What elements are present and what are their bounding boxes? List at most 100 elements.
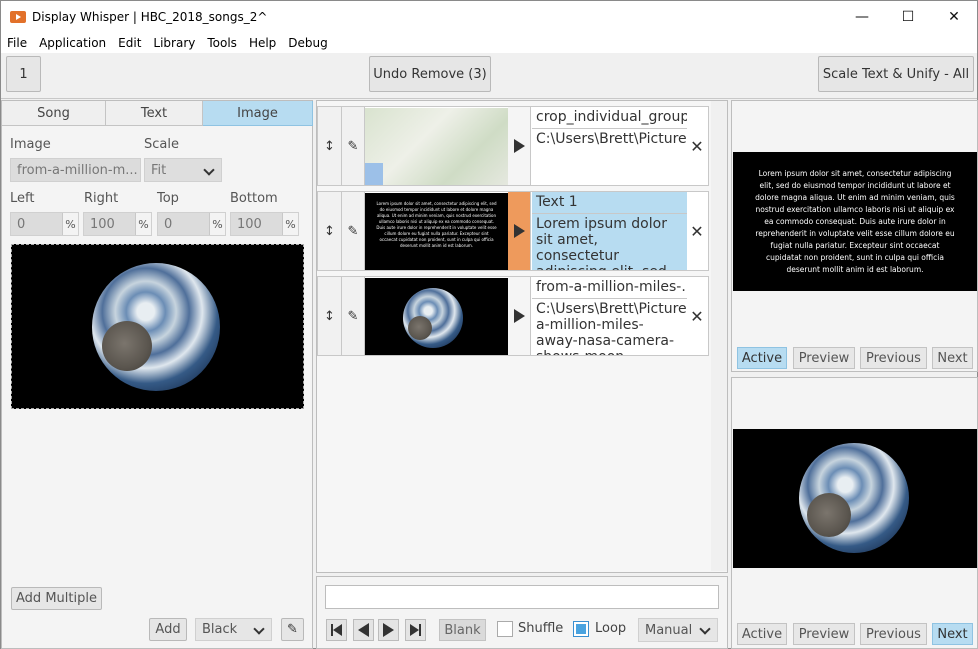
previous-icon [358,623,369,637]
pencil-icon[interactable]: ✎ [342,192,365,270]
slide-item[interactable]: ↕ ✎ crop_individual_group... C:\Users\Br… [317,106,709,186]
toolbar: 1 Undo Remove (3) Scale Text & Unify - A… [1,53,977,99]
previous-button[interactable]: Previous [860,347,927,369]
app-window: Display Whisper | HBC_2018_songs_2^ — ☐ … [0,0,978,649]
next-button[interactable]: Next [932,623,973,645]
next-slide-button[interactable] [378,619,399,641]
add-button[interactable]: Add [149,618,187,641]
pencil-icon[interactable]: ✎ [342,277,365,355]
last-slide-button[interactable] [405,619,426,641]
slide-body: C:\Users\Brett\Pictures\crop_individual_… [536,131,687,147]
remove-slide-icon[interactable]: ✕ [686,192,708,270]
pencil-icon: ✎ [287,622,298,637]
color-select[interactable]: Black [195,618,272,641]
menu-debug[interactable]: Debug [288,36,327,50]
play-slide-button[interactable] [508,107,531,185]
blank-button[interactable]: Blank [439,619,486,641]
scale-label: Scale [144,137,179,152]
menu-file[interactable]: File [7,36,27,50]
percent-label: % [135,213,151,235]
maximize-button[interactable]: ☐ [885,1,931,32]
play-slide-button[interactable] [508,192,531,270]
mode-select[interactable]: Manual [638,618,718,642]
menu-tools[interactable]: Tools [207,36,237,50]
edit-color-button[interactable]: ✎ [281,618,304,641]
earth-thumbnail [365,278,508,355]
next-button[interactable]: Next [932,347,973,369]
left-input[interactable]: 0 % [10,212,79,236]
previous-slide-button[interactable] [353,619,374,641]
chevron-down-icon [203,164,215,176]
left-label: Left [10,191,35,206]
skip-first-icon [331,624,342,636]
checkbox-checked-icon [576,624,586,634]
play-icon [513,139,525,153]
loop-checkbox[interactable] [573,621,589,637]
minimize-button[interactable]: — [839,1,885,32]
menu-library[interactable]: Library [153,36,195,50]
map-thumbnail [365,108,508,185]
app-icon [10,10,26,23]
left-input-value: 0 [17,216,26,232]
drag-handle-icon[interactable]: ↕ [318,277,342,355]
undo-remove-button[interactable]: Undo Remove (3) [369,56,491,92]
remove-slide-icon[interactable]: ✕ [686,277,708,355]
image-preview [11,244,304,409]
right-input[interactable]: 100 % [83,212,152,236]
scale-text-unify-button[interactable]: Scale Text & Unify - All [818,56,974,92]
remove-slide-icon[interactable]: ✕ [686,107,708,185]
drag-handle-icon[interactable]: ↕ [318,107,342,185]
menu-help[interactable]: Help [249,36,276,50]
bottom-input[interactable]: 100 % [230,212,299,236]
tab-song[interactable]: Song [2,101,106,126]
active-display-panel: Lorem ipsum dolor sit amet, consectetur … [731,100,978,372]
next-display-panel: Active Preview Previous Next [731,377,978,649]
slide-item[interactable]: ↕ ✎ Lorem ipsum dolor sit amet, consecte… [317,191,709,271]
shuffle-checkbox[interactable] [497,621,513,637]
mode-select-value: Manual [645,622,693,638]
menu-application[interactable]: Application [39,36,106,50]
slide-item[interactable]: ↕ ✎ from-a-million-miles-... C:\Users\Br… [317,276,709,356]
scale-select-value: Fit [151,162,167,178]
close-button[interactable]: ✕ [931,1,977,32]
bottom-label: Bottom [230,191,278,206]
preview-button[interactable]: Preview [793,347,855,369]
scale-select[interactable]: Fit [144,158,222,182]
bottom-input-value: 100 [237,216,262,232]
active-display-screen: Lorem ipsum dolor sit amet, consectetur … [733,152,977,291]
slide-search-input[interactable] [325,585,719,609]
active-button[interactable]: Active [737,347,787,369]
add-multiple-button[interactable]: Add Multiple [11,587,102,610]
tab-text[interactable]: Text [106,101,203,126]
drag-handle-icon[interactable]: ↕ [318,192,342,270]
top-input[interactable]: 0 % [157,212,226,236]
shuffle-label: Shuffle [518,621,564,636]
chevron-down-icon [253,623,265,635]
percent-label: % [282,213,298,235]
title-bar: Display Whisper | HBC_2018_songs_2^ — ☐ … [1,1,977,32]
slide-title: from-a-million-miles-... [532,277,687,299]
preview-button[interactable]: Preview [793,623,855,645]
right-label: Right [84,191,119,206]
image-label: Image [10,137,51,152]
scrollbar[interactable] [711,101,727,571]
slide-title: crop_individual_group... [532,107,687,129]
percent-label: % [62,213,78,235]
tab-image[interactable]: Image [203,101,313,126]
percent-label: % [209,213,225,235]
play-slide-button[interactable] [508,277,531,355]
menu-edit[interactable]: Edit [118,36,141,50]
page-number-button[interactable]: 1 [6,56,41,92]
moon-image [807,493,851,537]
skip-last-icon [410,624,421,636]
previous-button[interactable]: Previous [860,623,927,645]
play-icon [513,309,525,323]
active-button[interactable]: Active [737,623,787,645]
text-thumbnail: Lorem ipsum dolor sit amet, consectetur … [365,193,508,270]
first-slide-button[interactable] [326,619,347,641]
editor-panel: Song Text Image Image from-a-million-m..… [1,100,313,649]
chevron-down-icon [699,623,711,635]
top-label: Top [157,191,179,206]
image-field[interactable]: from-a-million-m... [10,158,141,182]
pencil-icon[interactable]: ✎ [342,107,365,185]
